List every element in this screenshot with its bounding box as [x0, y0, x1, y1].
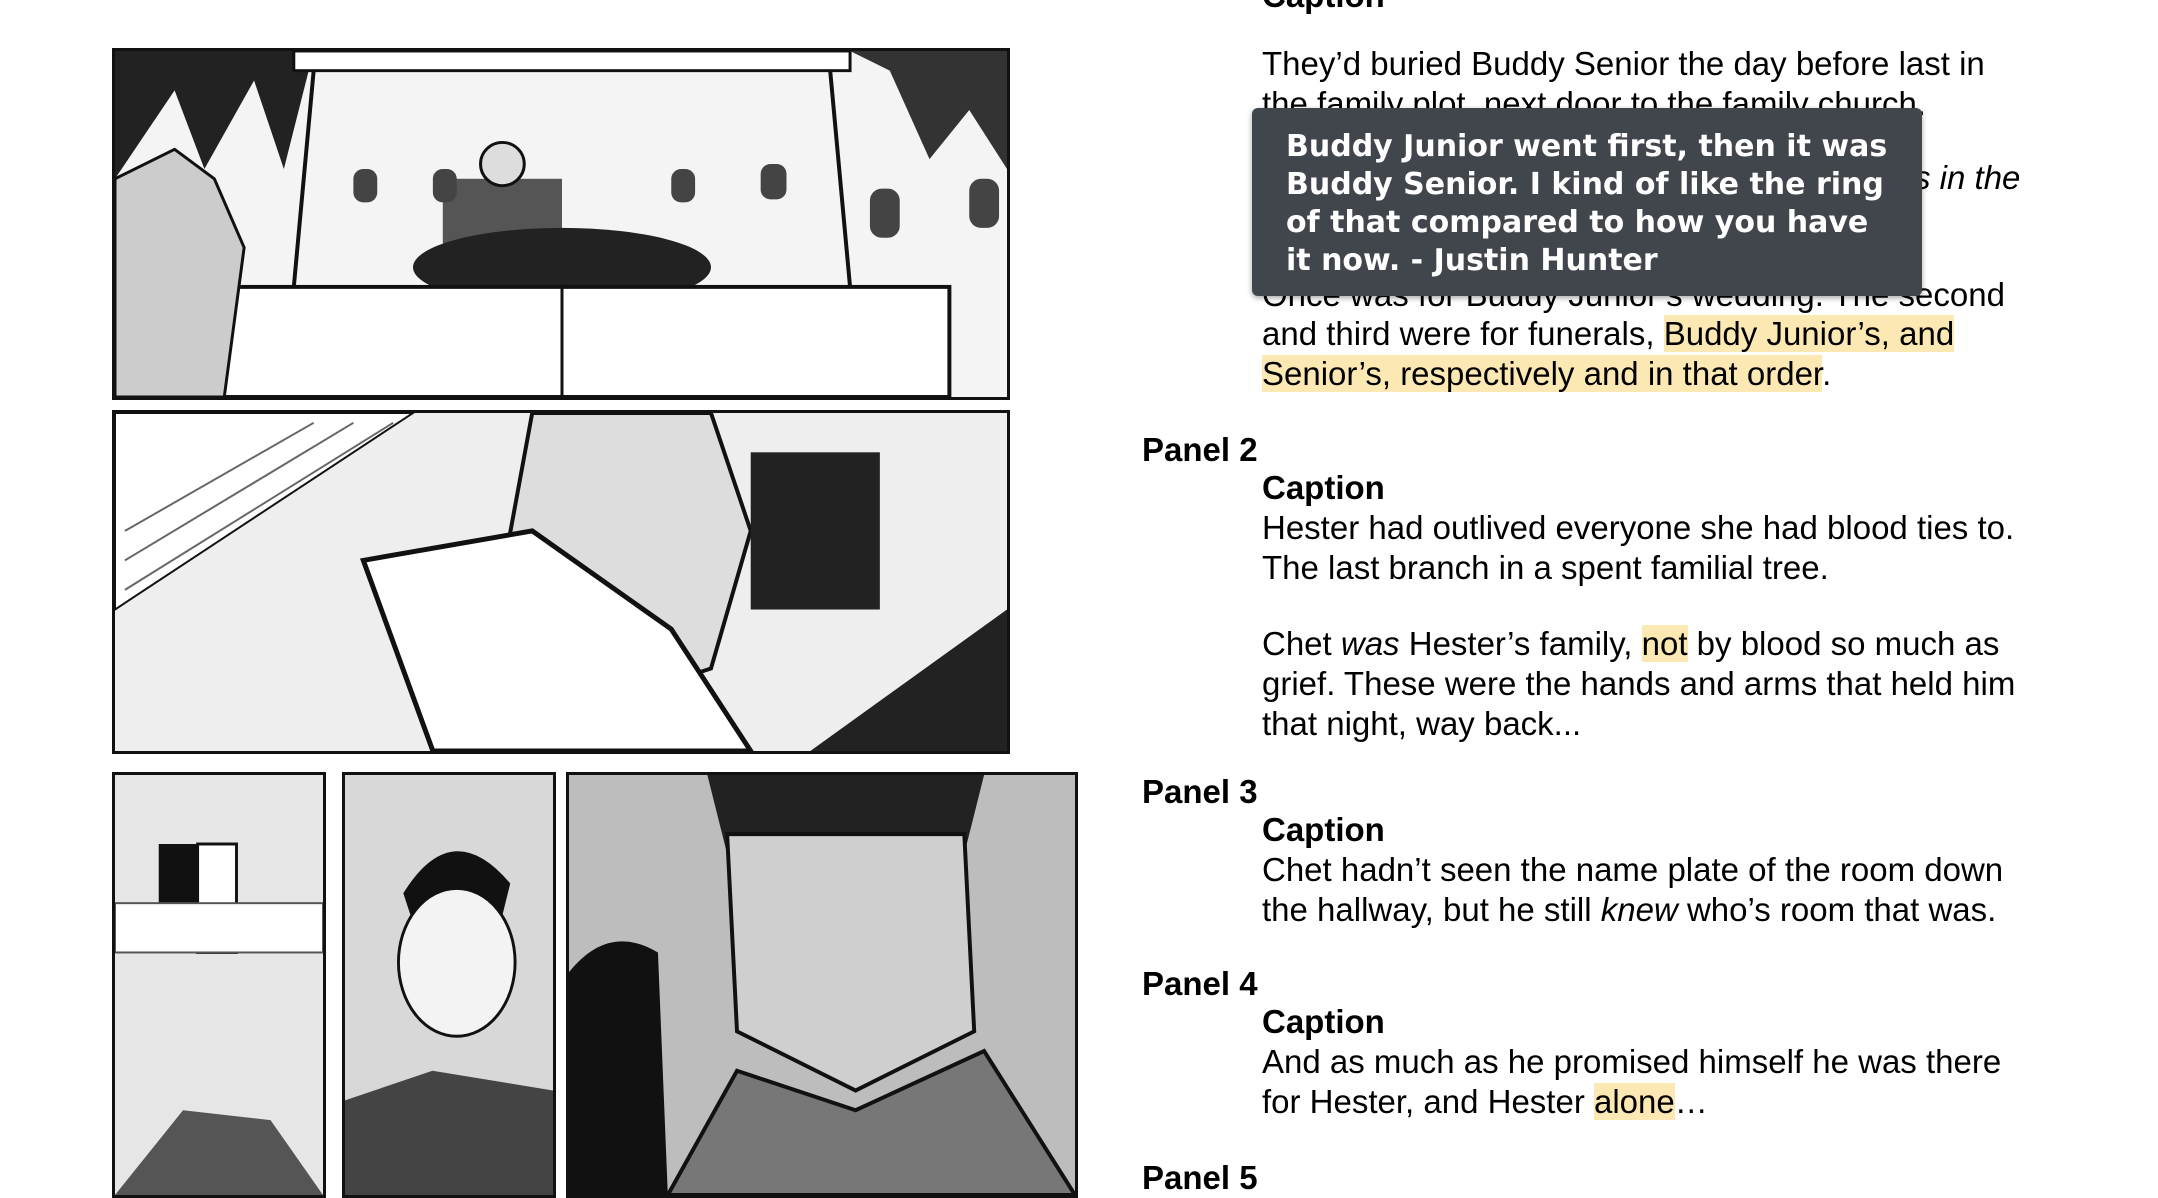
comic-panel-funeral [112, 48, 1010, 400]
panel-3-heading: Panel 3 [1142, 773, 1258, 810]
hidden-fragment-text: s in the [1914, 159, 2021, 196]
panel-2-line-3: Chet was Hester’s family, not by blood s… [1262, 624, 2142, 664]
panel-5-heading: Panel 5 [1142, 1159, 1258, 1196]
comic-panel-hands [112, 410, 1010, 754]
comment-tooltip: Buddy Junior went first, then it was Bud… [1252, 108, 1922, 296]
text-run: … [1674, 1083, 1708, 1120]
text-run: the hallway, but he still [1262, 891, 1601, 928]
comic-panel-doorway [112, 772, 326, 1198]
panel-3-line-2: the hallway, but he still knew who’s roo… [1262, 890, 2142, 930]
funerals-line-2: Senior’s, respectively and in that order… [1262, 354, 2142, 394]
text-run-italic: was [1340, 625, 1400, 662]
panel-4-content: Caption And as much as he promised himse… [1262, 1002, 2142, 1122]
panel-3-line-1: Chet hadn’t seen the name plate of the r… [1262, 851, 2004, 888]
period: . [1822, 355, 1832, 392]
cut-caption-label: Caption [1262, 0, 1385, 16]
text-run: Chet [1262, 625, 1341, 662]
panel-4-line-2: for Hester, and Hester alone… [1262, 1082, 2142, 1122]
funerals-plain: and third were for funerals, [1262, 315, 1664, 352]
text-run: who’s room that was. [1677, 891, 1997, 928]
panel-2-heading: Panel 2 [1142, 431, 1258, 468]
caption-label: Caption [1262, 1003, 1385, 1040]
caption-label: Caption [1262, 811, 1385, 848]
intro-line-1: They’d buried Buddy Senior the day befor… [1262, 45, 1985, 82]
panel-2-line-4: grief. These were the hands and arms tha… [1262, 665, 2016, 702]
panel-4-heading: Panel 4 [1142, 965, 1258, 1002]
panel-3-content: Caption Chet hadn’t seen the name plate … [1262, 810, 2142, 930]
caption-label: Caption [1262, 469, 1385, 506]
highlighted-comment-anchor-4[interactable]: alone [1593, 1083, 1675, 1120]
panel-4-line-1: And as much as he promised himself he wa… [1262, 1043, 2002, 1080]
text-run: for Hester, and Hester [1262, 1083, 1594, 1120]
funerals-text: and third were for funerals, Buddy Junio… [1262, 314, 2142, 394]
highlighted-comment-anchor-3[interactable]: not [1641, 625, 1688, 662]
highlighted-comment-anchor[interactable]: Buddy Junior’s, and [1663, 315, 1955, 352]
panel-2-line-1: Hester had outlived everyone she had blo… [1262, 509, 2015, 546]
funerals-line-1: and third were for funerals, Buddy Junio… [1262, 314, 2142, 354]
comic-artwork [0, 0, 1100, 1198]
comic-panel-man [342, 772, 556, 1198]
panel-2-line-2: The last branch in a spent familial tree… [1262, 549, 1829, 586]
comic-panel-portrait [566, 772, 1078, 1198]
text-run: by blood so much as [1687, 625, 2000, 662]
hidden-fragment: s in the [1914, 158, 2020, 198]
text-run-italic: knew [1600, 891, 1678, 928]
highlighted-comment-anchor-2[interactable]: Senior’s, respectively and in that order [1262, 355, 1823, 392]
text-run: Hester’s family, [1399, 625, 1642, 662]
panel-2-line-5: that night, way back... [1262, 705, 1582, 742]
panel-2-content: Caption Hester had outlived everyone she… [1262, 468, 2142, 744]
